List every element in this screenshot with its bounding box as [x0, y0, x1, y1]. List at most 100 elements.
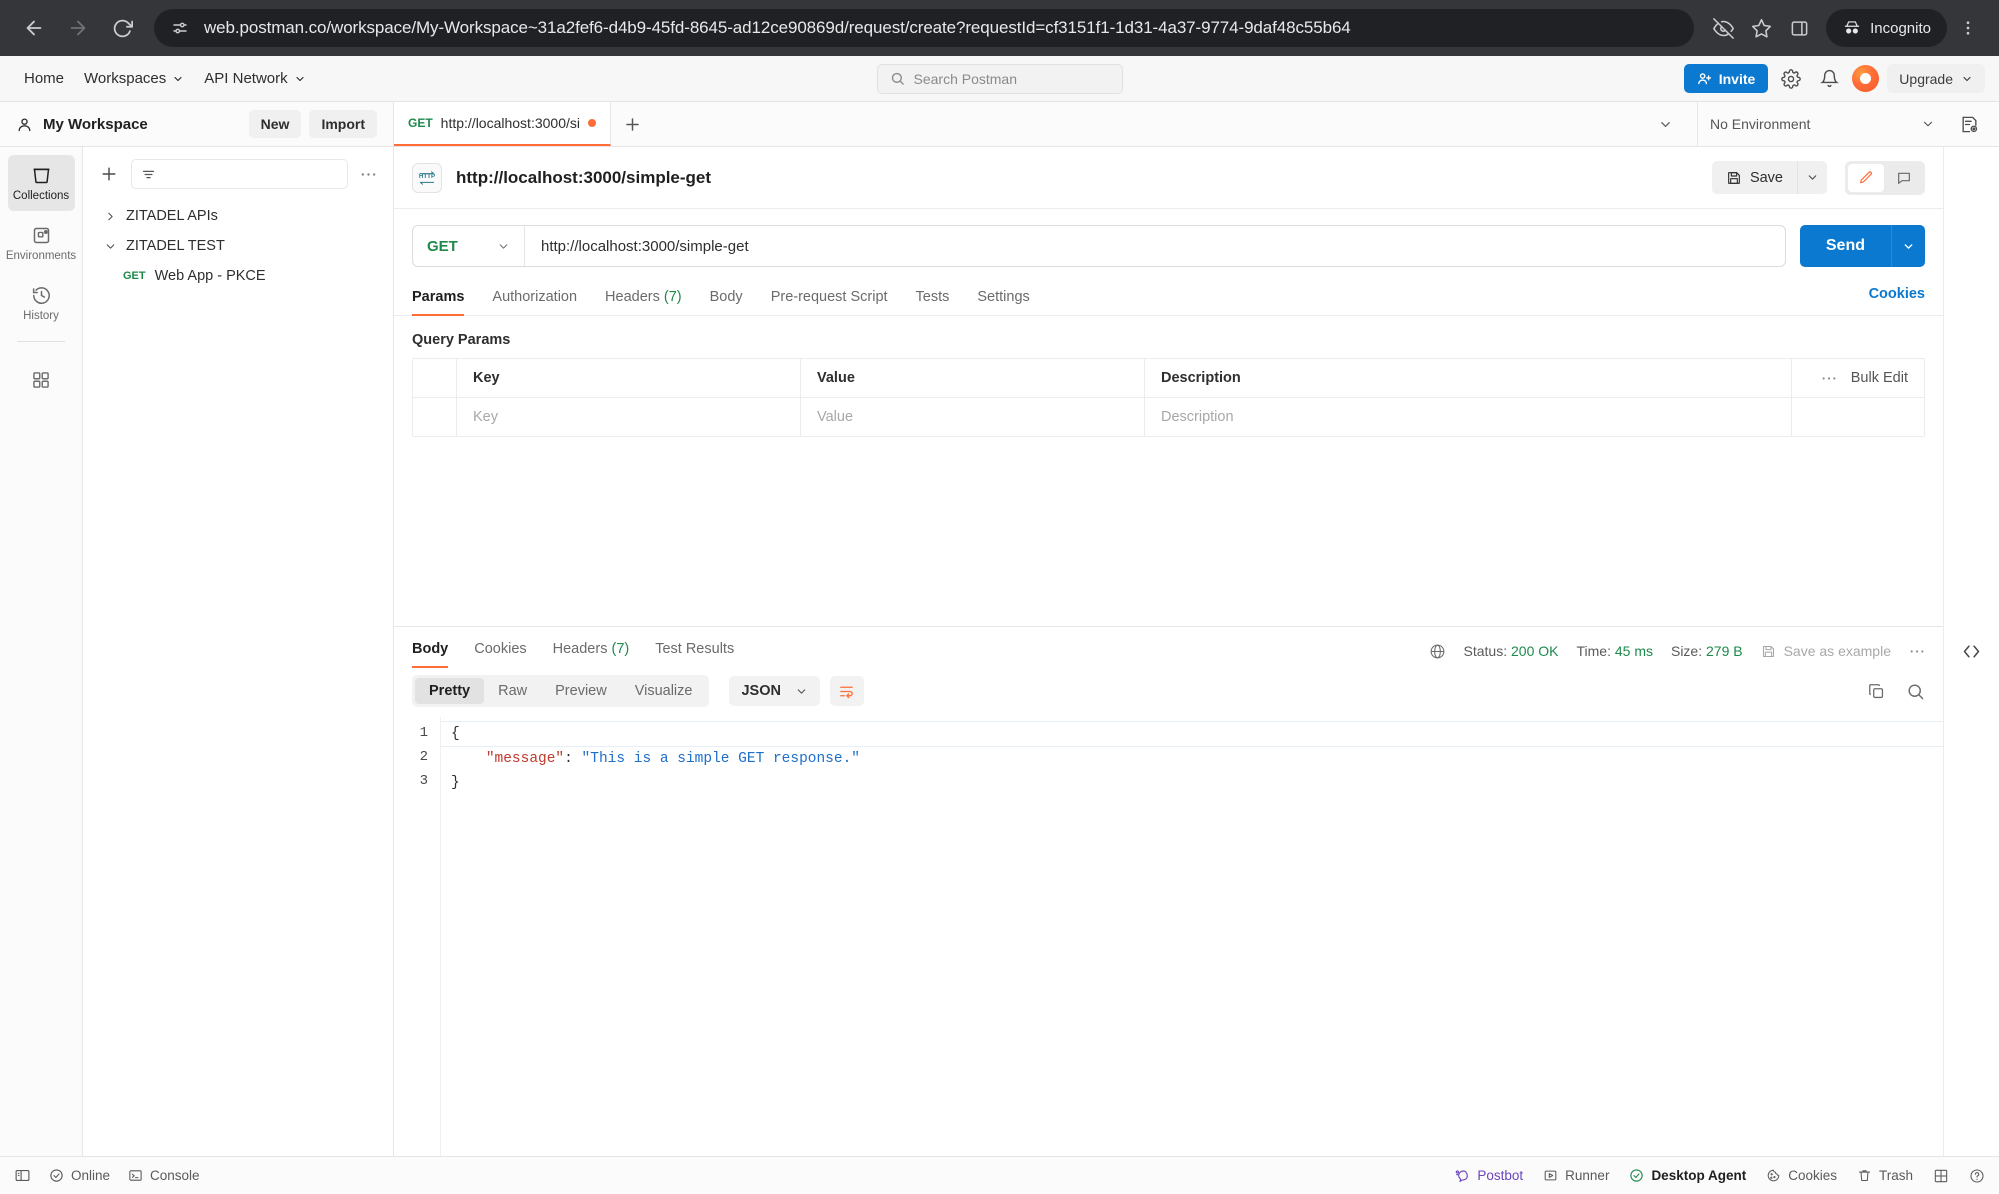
eye-off-icon[interactable]: [1706, 11, 1740, 45]
send-button[interactable]: Send: [1800, 225, 1891, 267]
address-bar-url: web.postman.co/workspace/My-Workspace~31…: [204, 18, 1351, 38]
environment-selector[interactable]: No Environment: [1697, 102, 1947, 146]
select-all-checkbox-cell[interactable]: [413, 359, 457, 397]
response-tab-cookies[interactable]: Cookies: [474, 635, 526, 667]
list-item[interactable]: GET Web App - PKCE: [83, 261, 393, 291]
tab-tests[interactable]: Tests: [916, 283, 950, 315]
copy-icon[interactable]: [1867, 682, 1886, 701]
sidebar-item-environments[interactable]: Environments: [8, 215, 75, 271]
request-tab[interactable]: GET http://localhost:3000/si: [394, 102, 611, 146]
table-more-icon[interactable]: [1821, 376, 1837, 381]
new-button[interactable]: New: [249, 110, 302, 138]
postbot-button[interactable]: Postbot: [1454, 1168, 1523, 1184]
globe-icon: [1429, 643, 1446, 660]
save-as-example-button[interactable]: Save as example: [1761, 643, 1891, 659]
site-settings-icon[interactable]: [168, 16, 192, 40]
view-visualize-button[interactable]: Visualize: [621, 678, 707, 704]
param-description-input[interactable]: Description: [1145, 398, 1792, 436]
runner-label: Runner: [1565, 1168, 1609, 1183]
new-tab-button[interactable]: [611, 102, 655, 146]
tab-pre-request-script[interactable]: Pre-request Script: [771, 283, 888, 315]
collection-item-zitadel-apis[interactable]: ZITADEL APIs: [83, 201, 393, 231]
url-row: GET http://localhost:3000/simple-get Sen…: [394, 209, 1943, 267]
url-input[interactable]: http://localhost:3000/simple-get: [525, 238, 1785, 255]
collection-item-zitadel-test[interactable]: ZITADEL TEST: [83, 231, 393, 261]
nav-workspaces-label: Workspaces: [84, 70, 166, 87]
comment-button[interactable]: [1886, 164, 1922, 192]
status-label: Status:: [1464, 643, 1508, 659]
cookies-link[interactable]: Cookies: [1869, 286, 1925, 312]
side-panel-icon[interactable]: [1782, 11, 1816, 45]
param-value-input[interactable]: Value: [801, 398, 1145, 436]
chevron-down-icon: [795, 685, 808, 698]
bulk-edit-button[interactable]: Bulk Edit: [1851, 370, 1908, 386]
code-line: }: [451, 771, 1943, 795]
reload-icon[interactable]: [102, 8, 142, 48]
tab-body[interactable]: Body: [710, 283, 743, 315]
layout-toggle-icon[interactable]: [1933, 1168, 1949, 1184]
code-snippet-rail[interactable]: [1943, 147, 1999, 1156]
forward-arrow-icon[interactable]: [58, 8, 98, 48]
sidebar-item-more[interactable]: [8, 352, 75, 408]
response-format-selector[interactable]: JSON: [729, 676, 820, 706]
nav-workspaces[interactable]: Workspaces: [74, 64, 194, 93]
cookies-button[interactable]: Cookies: [1766, 1168, 1837, 1183]
online-status[interactable]: Online: [49, 1168, 110, 1183]
response-tab-test-results[interactable]: Test Results: [655, 635, 734, 667]
gear-icon[interactable]: [1776, 64, 1806, 94]
nav-api-network[interactable]: API Network: [194, 64, 315, 93]
address-bar[interactable]: web.postman.co/workspace/My-Workspace~31…: [154, 9, 1694, 47]
search-icon[interactable]: [1906, 682, 1925, 701]
nav-home[interactable]: Home: [14, 64, 74, 93]
sidebar-item-collections[interactable]: Collections: [8, 155, 75, 211]
toggle-sidebar-icon[interactable]: [14, 1167, 31, 1184]
response-viewer-actions: [1867, 682, 1925, 701]
view-preview-button[interactable]: Preview: [541, 678, 621, 704]
param-key-input[interactable]: Key: [457, 398, 801, 436]
chevron-down-icon: [1921, 117, 1935, 131]
runner-button[interactable]: Runner: [1543, 1168, 1609, 1183]
view-raw-button[interactable]: Raw: [484, 678, 541, 704]
response-tab-headers[interactable]: Headers (7): [553, 635, 630, 667]
tab-list-chevron-icon[interactable]: [1644, 117, 1687, 132]
save-button[interactable]: Save: [1712, 161, 1797, 194]
console-button[interactable]: Console: [128, 1168, 200, 1183]
column-header-value: Value: [801, 359, 1145, 397]
send-options-button[interactable]: [1891, 225, 1925, 267]
new-collection-button[interactable]: [99, 164, 119, 184]
view-pretty-button[interactable]: Pretty: [415, 678, 484, 704]
tab-settings[interactable]: Settings: [977, 283, 1029, 315]
import-button[interactable]: Import: [309, 110, 377, 138]
sidebar-more-icon[interactable]: [360, 172, 377, 177]
upgrade-button[interactable]: Upgrade: [1887, 64, 1985, 93]
postbot-icon: [1454, 1168, 1470, 1184]
tab-params[interactable]: Params: [412, 283, 464, 315]
invite-button[interactable]: Invite: [1684, 64, 1769, 93]
save-disk-icon: [1726, 170, 1742, 186]
help-icon[interactable]: [1969, 1168, 1985, 1184]
wrap-lines-button[interactable]: [830, 676, 864, 706]
response-more-icon[interactable]: [1909, 649, 1925, 654]
desktop-agent-button[interactable]: Desktop Agent: [1629, 1168, 1746, 1183]
star-icon[interactable]: [1744, 11, 1778, 45]
response-body-viewer[interactable]: 1 2 3 { "message": "This is a simple GET…: [394, 717, 1943, 1156]
request-method-label: GET: [123, 270, 146, 282]
response-tab-body-label: Body: [412, 641, 448, 657]
tab-headers[interactable]: Headers (7): [605, 283, 682, 315]
sidebar-item-history[interactable]: History: [8, 275, 75, 331]
bell-icon[interactable]: [1814, 64, 1844, 94]
back-arrow-icon[interactable]: [14, 8, 54, 48]
response-tab-body[interactable]: Body: [412, 635, 448, 667]
incognito-indicator[interactable]: Incognito: [1826, 9, 1947, 47]
save-options-button[interactable]: [1797, 161, 1827, 194]
environment-quick-look-icon[interactable]: [1947, 115, 1991, 134]
tab-authorization[interactable]: Authorization: [492, 283, 577, 315]
method-selector[interactable]: GET: [413, 226, 525, 266]
search-input[interactable]: Search Postman: [877, 64, 1123, 94]
sidebar-filter-input[interactable]: [131, 159, 348, 189]
kebab-menu-icon[interactable]: [1951, 11, 1985, 45]
trash-button[interactable]: Trash: [1857, 1168, 1913, 1183]
edit-mode-button[interactable]: [1848, 164, 1884, 192]
row-checkbox-cell[interactable]: [413, 398, 457, 436]
avatar[interactable]: [1852, 65, 1879, 92]
